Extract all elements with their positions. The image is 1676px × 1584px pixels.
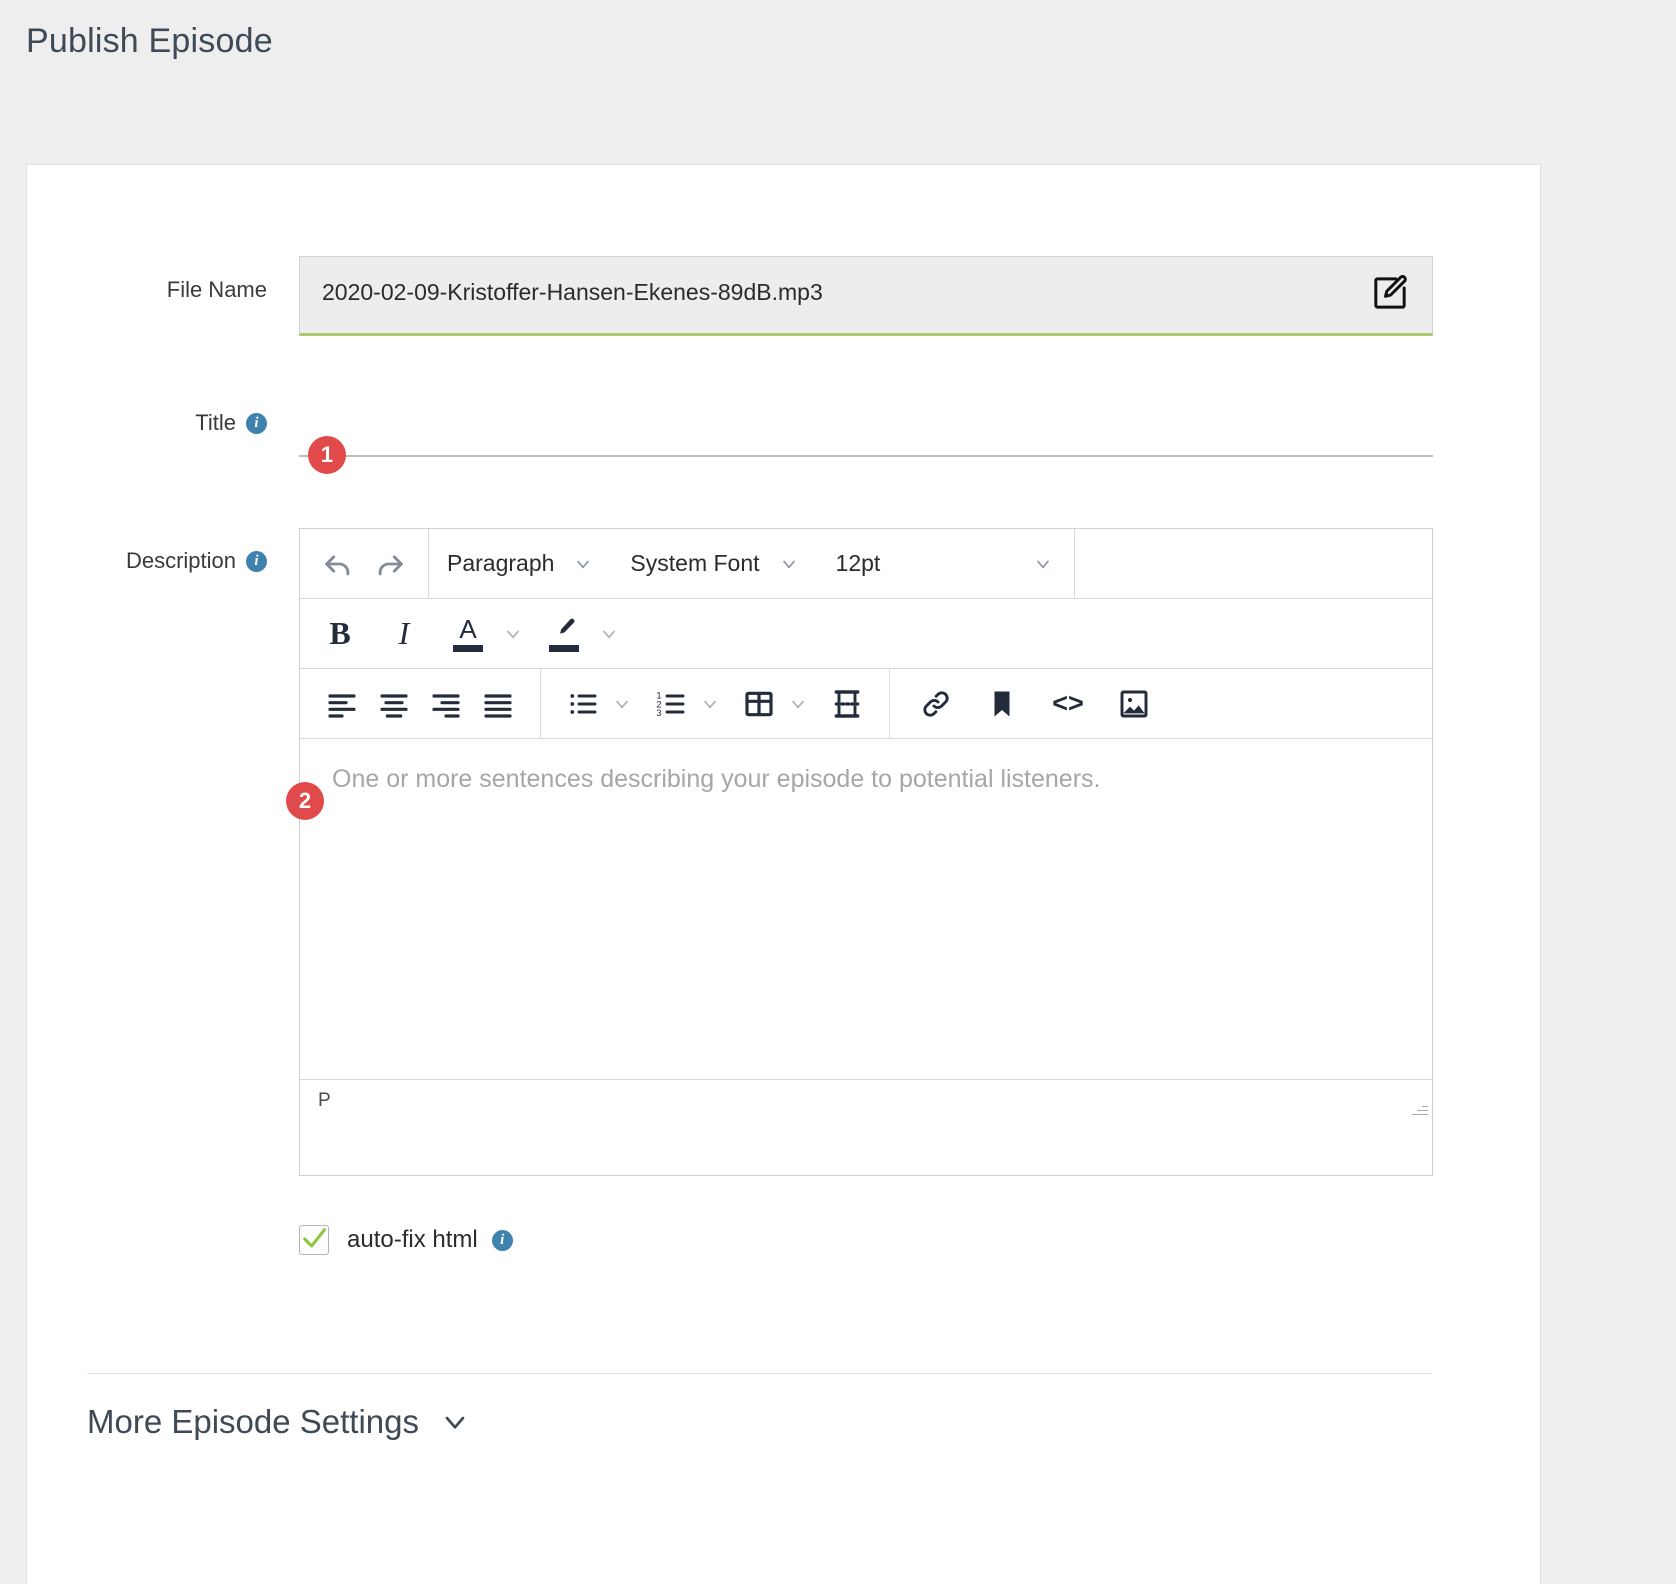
highlight-pen-icon[interactable] xyxy=(538,608,590,660)
description-label: Description i xyxy=(27,548,267,574)
editor-element-path: P xyxy=(318,1090,331,1111)
description-textarea[interactable]: One or more sentences describing your ep… xyxy=(300,739,1432,1121)
info-icon[interactable]: i xyxy=(246,413,267,434)
chevron-down-icon[interactable] xyxy=(609,694,635,714)
font-family-select[interactable]: System Font xyxy=(630,529,801,598)
editor-resize-handle[interactable] xyxy=(1410,1099,1428,1117)
edit-square-icon[interactable] xyxy=(1370,273,1410,313)
block-format-value: Paragraph xyxy=(447,550,555,576)
table-icon[interactable] xyxy=(733,678,785,730)
more-episode-settings-toggle[interactable]: More Episode Settings xyxy=(87,1403,471,1441)
footer-divider xyxy=(87,1373,1432,1374)
align-left-icon[interactable] xyxy=(316,678,368,730)
auto-fix-html-label: auto-fix html xyxy=(347,1226,478,1253)
align-justify-icon[interactable] xyxy=(472,678,524,730)
editor-toolbar-row-2: B I A xyxy=(300,599,1432,669)
toolbar-row-1-spacer xyxy=(1075,529,1432,598)
file-name-label: File Name xyxy=(166,277,267,302)
bullet-list-icon[interactable] xyxy=(557,678,609,730)
numbered-list-icon[interactable]: 1 2 3 xyxy=(645,678,697,730)
bookmark-icon[interactable] xyxy=(976,678,1028,730)
chevron-down-icon[interactable] xyxy=(500,624,526,644)
title-label: Title i xyxy=(27,410,267,436)
insert-group: <> xyxy=(890,669,1180,738)
file-name-field[interactable]: 2020-02-09-Kristoffer-Hansen-Ekenes-89dB… xyxy=(299,256,1433,336)
alignment-group xyxy=(300,669,541,738)
source-code-label: <> xyxy=(1052,688,1084,718)
text-color-button[interactable]: A xyxy=(442,608,494,660)
source-code-icon[interactable]: <> xyxy=(1042,678,1094,730)
chevron-down-icon[interactable] xyxy=(697,694,723,714)
font-size-select[interactable]: 12pt xyxy=(836,529,1057,598)
text-style-group: B I A xyxy=(300,599,636,668)
text-color-swatch xyxy=(453,644,483,652)
info-icon[interactable]: i xyxy=(246,551,267,572)
page-break-icon[interactable] xyxy=(821,678,873,730)
chevron-down-icon[interactable] xyxy=(596,624,622,644)
block-format-select[interactable]: Paragraph xyxy=(447,529,596,598)
chevron-down-icon[interactable] xyxy=(570,554,596,574)
image-icon[interactable] xyxy=(1108,678,1160,730)
editor-toolbar-row-3: 1 2 3 <> xyxy=(300,669,1432,739)
page-title: Publish Episode xyxy=(26,22,273,60)
toolbar-row-2-spacer xyxy=(636,599,1432,668)
file-name-value: 2020-02-09-Kristoffer-Hansen-Ekenes-89dB… xyxy=(322,279,823,305)
annotation-badge-1: 1 xyxy=(308,436,346,474)
description-placeholder: One or more sentences describing your ep… xyxy=(332,765,1101,793)
font-family-value: System Font xyxy=(630,550,760,576)
bold-label: B xyxy=(329,615,351,651)
italic-button[interactable]: I xyxy=(378,608,430,660)
publish-episode-card: File Name 2020-02-09-Kristoffer-Hansen-E… xyxy=(26,164,1541,1584)
annotation-badge-2: 2 xyxy=(286,782,324,820)
editor-toolbar-row-1: Paragraph System Font 12pt xyxy=(300,529,1432,599)
description-rich-text-editor: Paragraph System Font 12pt B I A 1 2 3 <… xyxy=(299,528,1433,1176)
info-icon[interactable]: i xyxy=(491,1229,513,1251)
title-label-text: Title xyxy=(195,410,236,435)
undo-icon[interactable] xyxy=(312,538,364,590)
chevron-down-icon[interactable] xyxy=(785,694,811,714)
font-size-value: 12pt xyxy=(835,550,881,576)
toolbar-row-3-spacer xyxy=(1180,669,1432,738)
more-episode-settings-label: More Episode Settings xyxy=(87,1403,420,1440)
format-selects-group: Paragraph System Font 12pt xyxy=(429,529,1076,598)
align-right-icon[interactable] xyxy=(420,678,472,730)
redo-icon[interactable] xyxy=(364,538,416,590)
link-icon[interactable] xyxy=(910,678,962,730)
auto-fix-html-row: auto-fix html i xyxy=(299,1225,513,1255)
align-center-icon[interactable] xyxy=(368,678,420,730)
highlight-color-swatch xyxy=(549,644,579,652)
italic-label: I xyxy=(398,615,410,651)
bold-button[interactable]: B xyxy=(314,608,366,660)
svg-text:3: 3 xyxy=(656,708,661,718)
history-group xyxy=(300,529,429,598)
description-label-text: Description xyxy=(125,548,236,573)
editor-status-bar: P xyxy=(300,1079,1432,1121)
chevron-down-icon[interactable] xyxy=(1030,554,1056,574)
chevron-down-icon[interactable] xyxy=(439,1406,471,1438)
title-input[interactable] xyxy=(299,455,1433,457)
text-color-label: A xyxy=(459,613,477,644)
list-table-group: 1 2 3 xyxy=(541,669,890,738)
chevron-down-icon[interactable] xyxy=(776,554,802,574)
auto-fix-html-checkbox[interactable] xyxy=(299,1225,329,1255)
